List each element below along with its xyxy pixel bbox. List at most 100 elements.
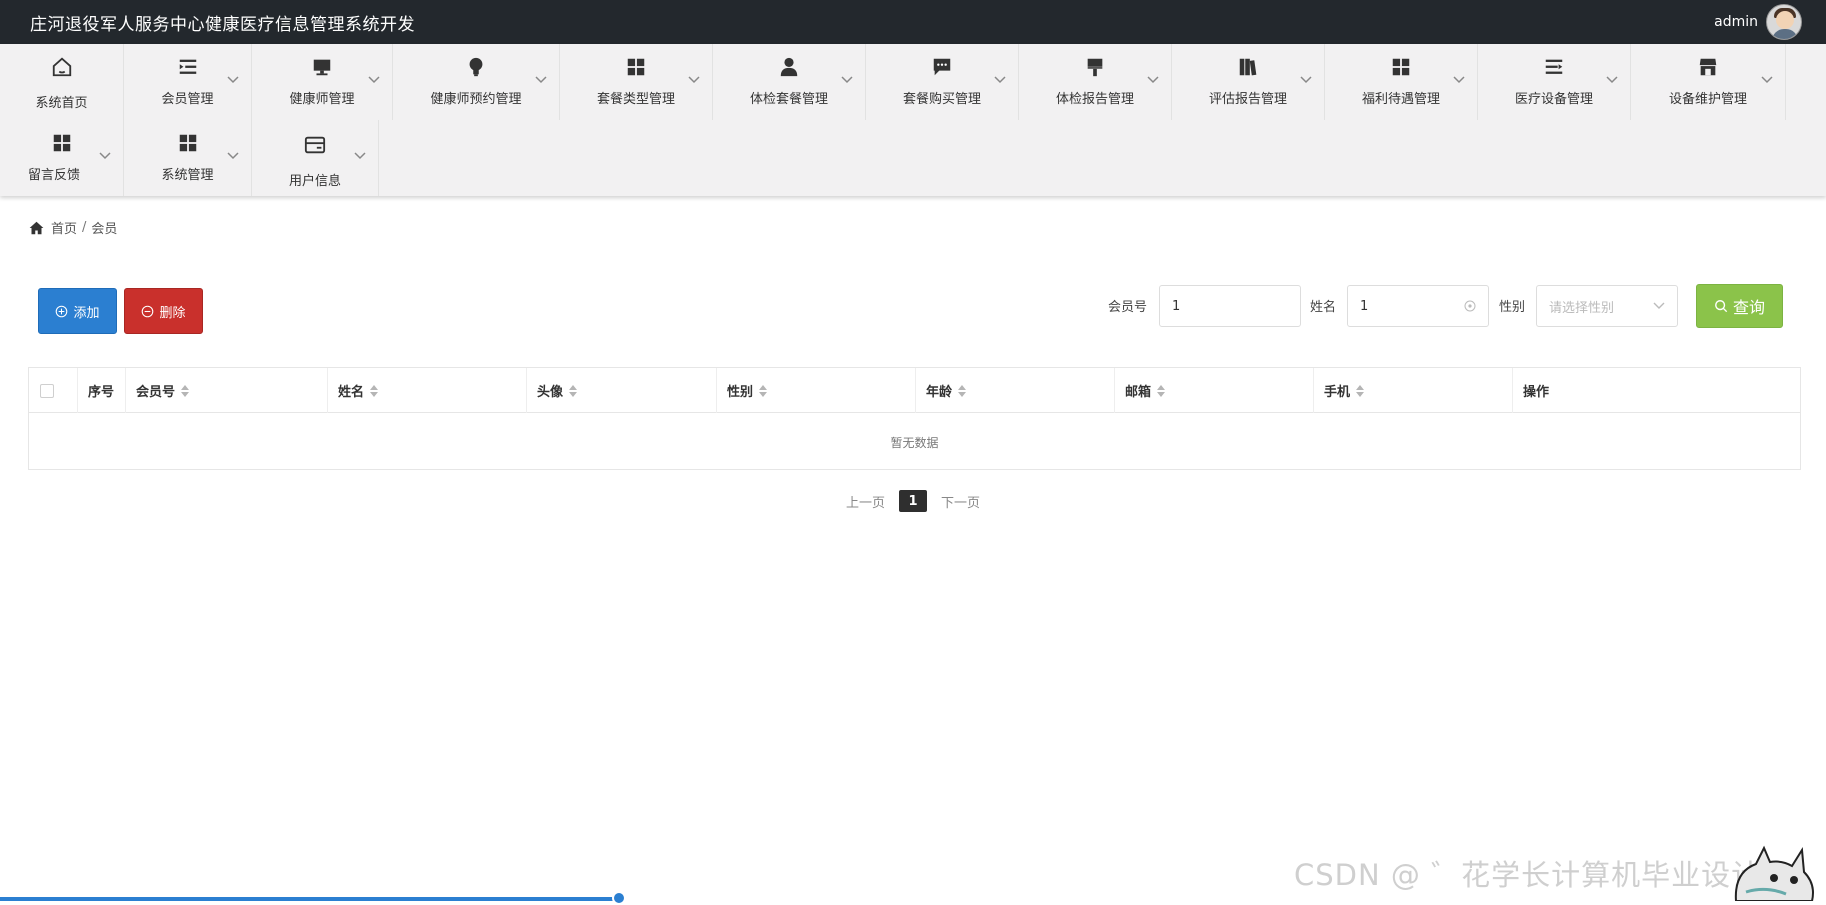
column-header-gender[interactable]: 性别 [716,368,915,413]
chat-icon [933,58,951,76]
chevron-down-icon [227,76,239,84]
chevron-down-icon [535,76,547,84]
nav-item-welfare[interactable]: 福利待遇管理 [1325,44,1478,120]
member-no-value: 1 [1172,298,1181,314]
nav-item-checkup-report[interactable]: 体检报告管理 [1019,44,1172,120]
nav-label: 评估报告管理 [1208,92,1287,107]
nav-item-medical-equipment[interactable]: 医疗设备管理 [1478,44,1631,120]
grid-icon [179,134,196,152]
chevron-down-icon [688,76,700,84]
nav-label: 医疗设备管理 [1514,92,1593,107]
clear-icon[interactable] [1464,300,1476,312]
table-header: 序号 会员号 姓名 头像 性别 年龄 邮箱 手机 操作 [29,368,1800,413]
nav-item-checkup-package[interactable]: 体检套餐管理 [713,44,866,120]
grid-icon [1392,58,1410,76]
column-header-avatar[interactable]: 头像 [526,368,716,413]
gender-label: 性别 [1499,300,1526,315]
chevron-down-icon [354,152,366,160]
chevron-down-icon [841,76,853,84]
monitor-icon [313,59,331,76]
nav-item-assessment-report[interactable]: 评估报告管理 [1172,44,1325,120]
sort-icon[interactable] [370,384,379,397]
sort-icon[interactable] [181,384,190,397]
gender-placeholder: 请选择性别 [1549,300,1615,316]
nav-label: 会员管理 [161,92,214,107]
card-icon [304,136,326,154]
nav-label: 留言反馈 [28,168,81,183]
nav-label: 套餐类型管理 [596,92,675,107]
store-icon [1699,58,1717,76]
breadcrumb-separator: / [82,220,87,235]
column-header-member-no[interactable]: 会员号 [125,368,327,413]
next-page-link[interactable]: 下一页 [941,492,980,511]
column-header-email[interactable]: 邮箱 [1114,368,1313,413]
column-header-phone[interactable]: 手机 [1313,368,1512,413]
video-progress-handle[interactable] [612,891,626,905]
avatar[interactable] [1766,4,1802,40]
breadcrumb: 首页 / 会员 [29,218,117,237]
nav-item-feedback[interactable]: 留言反馈 [0,120,124,196]
nav-item-package-type[interactable]: 套餐类型管理 [560,44,713,120]
select-all-checkbox[interactable] [40,383,54,398]
nav-item-equipment-maintenance[interactable]: 设备维护管理 [1631,44,1786,120]
member-no-label: 会员号 [1108,300,1148,315]
username[interactable]: admin [1714,14,1758,30]
sort-icon[interactable] [958,384,967,397]
gender-select[interactable]: 请选择性别 [1536,285,1678,327]
sort-icon[interactable] [569,384,578,397]
empty-state: 暂无数据 [890,435,939,450]
chevron-down-icon [1606,76,1618,84]
nav-item-member[interactable]: 会员管理 [124,44,252,120]
add-button[interactable]: 添加 [38,288,117,334]
search-icon [1715,300,1728,313]
grid-icon [53,134,70,152]
pagination: 上一页 1 下一页 [0,490,1826,512]
add-button-label: 添加 [73,305,100,321]
name-value: 1 [1360,298,1369,314]
column-header-index: 序号 [77,368,125,413]
nav-item-health-worker[interactable]: 健康师管理 [252,44,393,120]
minus-circle-icon [142,305,154,317]
watermark: CSDN @ ゛花学长计算机毕业设计 [1294,858,1762,892]
select-all-cell [29,368,77,413]
nav-label: 系统首页 [35,96,88,111]
chevron-down-icon [368,76,380,84]
plus-circle-icon [56,305,68,317]
delete-button-label: 删除 [159,305,186,321]
name-label: 姓名 [1310,300,1337,315]
nav-label: 体检报告管理 [1055,92,1134,107]
sort-icon[interactable] [1157,384,1166,397]
nav-item-system[interactable]: 系统管理 [124,120,252,196]
book-icon [1239,58,1257,76]
name-input[interactable]: 1 [1347,285,1489,327]
column-header-name[interactable]: 姓名 [327,368,526,413]
current-page[interactable]: 1 [899,490,927,512]
user-menu[interactable]: admin [1714,4,1802,40]
lightbulb-icon [469,57,483,77]
nav-label: 设备维护管理 [1668,92,1747,107]
search-button[interactable]: 查询 [1696,284,1783,328]
breadcrumb-home[interactable]: 首页 [51,218,77,237]
nav-item-appointment[interactable]: 健康师预约管理 [393,44,560,120]
column-header-age[interactable]: 年龄 [915,368,1114,413]
app-title: 庄河退役军人服务中心健康医疗信息管理系统开发 [30,14,415,35]
home-icon [52,57,71,77]
nav-item-home[interactable]: 系统首页 [0,44,124,120]
list-indent-icon [179,59,196,74]
sort-icon[interactable] [759,384,768,397]
nav-label: 体检套餐管理 [749,92,828,107]
member-no-input[interactable]: 1 [1159,285,1301,327]
chevron-down-icon [994,76,1006,84]
chevron-down-icon [1453,76,1465,84]
sort-icon[interactable] [1356,384,1365,397]
chevron-down-icon [1653,302,1665,309]
nav-item-user-info[interactable]: 用户信息 [252,120,379,196]
delete-button[interactable]: 删除 [124,288,203,334]
nav-item-package-purchase[interactable]: 套餐购买管理 [866,44,1019,120]
prev-page-link[interactable]: 上一页 [846,492,885,511]
video-progress-bar[interactable] [0,897,622,901]
nav-label: 健康师预约管理 [430,92,522,107]
chevron-down-icon [227,152,239,160]
list-arrow-icon [1545,59,1563,74]
search-button-label: 查询 [1732,298,1765,317]
